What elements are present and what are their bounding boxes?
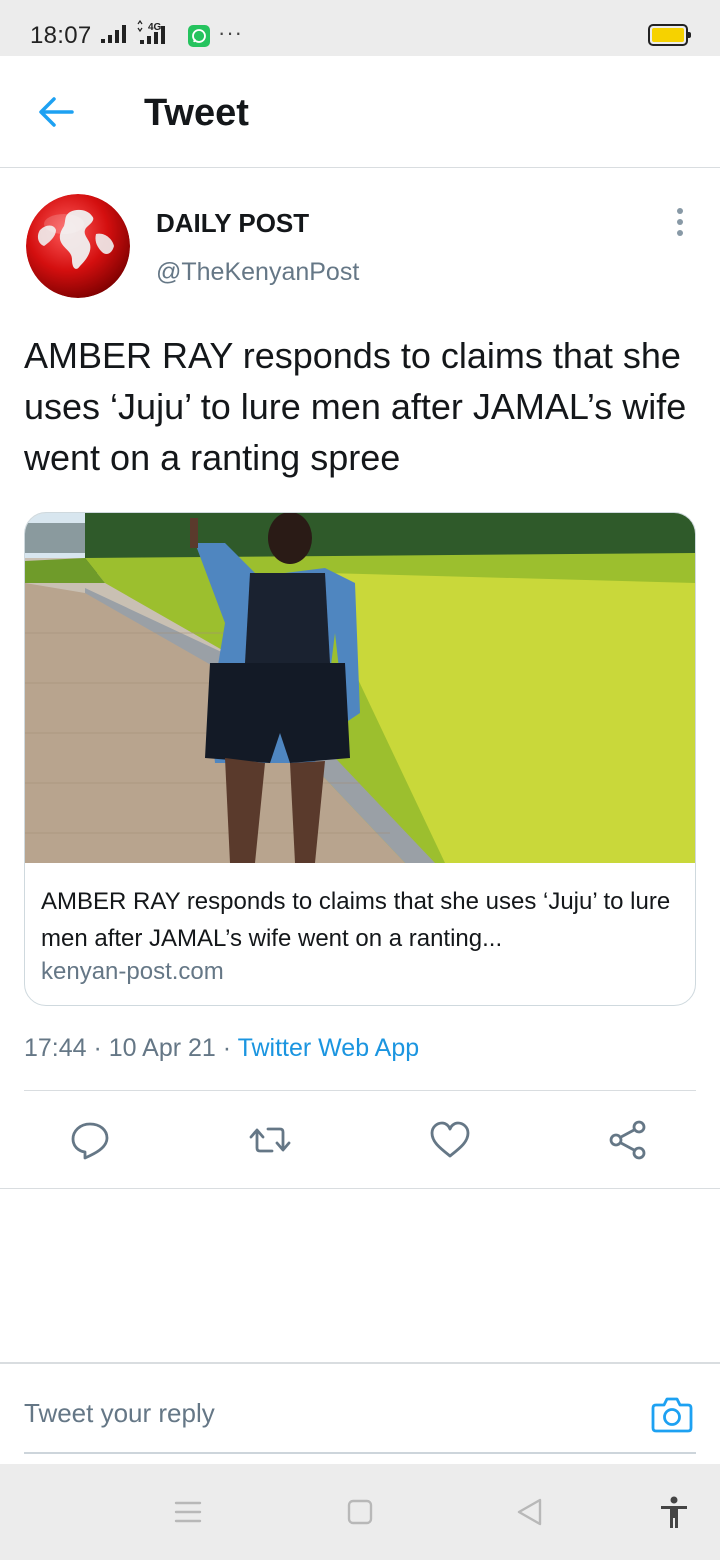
battery-icon [648, 24, 691, 46]
avatar[interactable] [26, 194, 130, 298]
square-home-icon [347, 1499, 373, 1525]
heart-icon [430, 1121, 470, 1158]
tweet-text: AMBER RAY responds to claims that she us… [24, 335, 687, 478]
reply-input[interactable]: Tweet your reply [24, 1398, 215, 1429]
more-notifications-icon: ··· [218, 20, 243, 45]
tweet-actions [0, 1110, 720, 1170]
author-name[interactable]: DAILY POST [156, 208, 309, 239]
page-title: Tweet [144, 92, 249, 134]
camera-icon [651, 1397, 693, 1433]
retweet-button[interactable] [248, 1118, 292, 1162]
share-icon [609, 1120, 646, 1160]
network-type-label: 4G [148, 22, 162, 33]
menu-icon [174, 1501, 202, 1523]
tweet-time: 17:44 [24, 1034, 87, 1062]
accessibility-button[interactable] [656, 1494, 692, 1530]
top-app-bar: Tweet [0, 56, 720, 168]
reply-bar-divider [0, 1362, 720, 1364]
comment-icon [71, 1122, 109, 1160]
tweet-date: 10 Apr 21 [108, 1034, 216, 1062]
meta-separator: · [215, 1034, 238, 1062]
tweet-source-link[interactable]: Twitter Web App [238, 1034, 420, 1062]
link-preview-card[interactable]: AMBER RAY responds to claims that she us… [24, 512, 696, 1006]
divider [0, 1188, 720, 1189]
back-button[interactable] [34, 90, 78, 134]
signal-4g-icon: 4G [137, 20, 165, 44]
globe-logo-icon [26, 194, 130, 298]
recent-apps-button[interactable] [170, 1494, 206, 1530]
meta-separator: · [86, 1034, 109, 1062]
share-button[interactable] [606, 1118, 650, 1162]
accessibility-icon [661, 1496, 687, 1528]
like-button[interactable] [428, 1118, 472, 1162]
card-title: AMBER RAY responds to claims that she us… [41, 888, 671, 952]
camera-button[interactable] [650, 1392, 694, 1436]
divider [24, 1090, 696, 1091]
tweet-meta: 17:44 · 10 Apr 21 · Twitter Web App [24, 1034, 419, 1063]
more-vertical-icon [677, 208, 683, 214]
status-bar: 18:07 4G ··· [0, 0, 720, 56]
triangle-back-icon [517, 1498, 542, 1526]
author-handle[interactable]: @TheKenyanPost [156, 258, 359, 287]
arrow-left-icon [39, 97, 74, 127]
system-back-button[interactable] [512, 1494, 548, 1530]
card-domain: kenyan-post.com [41, 958, 224, 985]
system-nav-bar [0, 1464, 720, 1560]
signal-icon [101, 25, 126, 43]
whatsapp-icon [188, 25, 210, 47]
home-button[interactable] [342, 1494, 378, 1530]
reply-button[interactable] [68, 1118, 112, 1162]
card-image [25, 513, 695, 863]
more-options-button[interactable] [670, 208, 690, 240]
retweet-icon [249, 1127, 291, 1153]
reply-underline [24, 1452, 696, 1454]
status-time: 18:07 [30, 22, 92, 49]
